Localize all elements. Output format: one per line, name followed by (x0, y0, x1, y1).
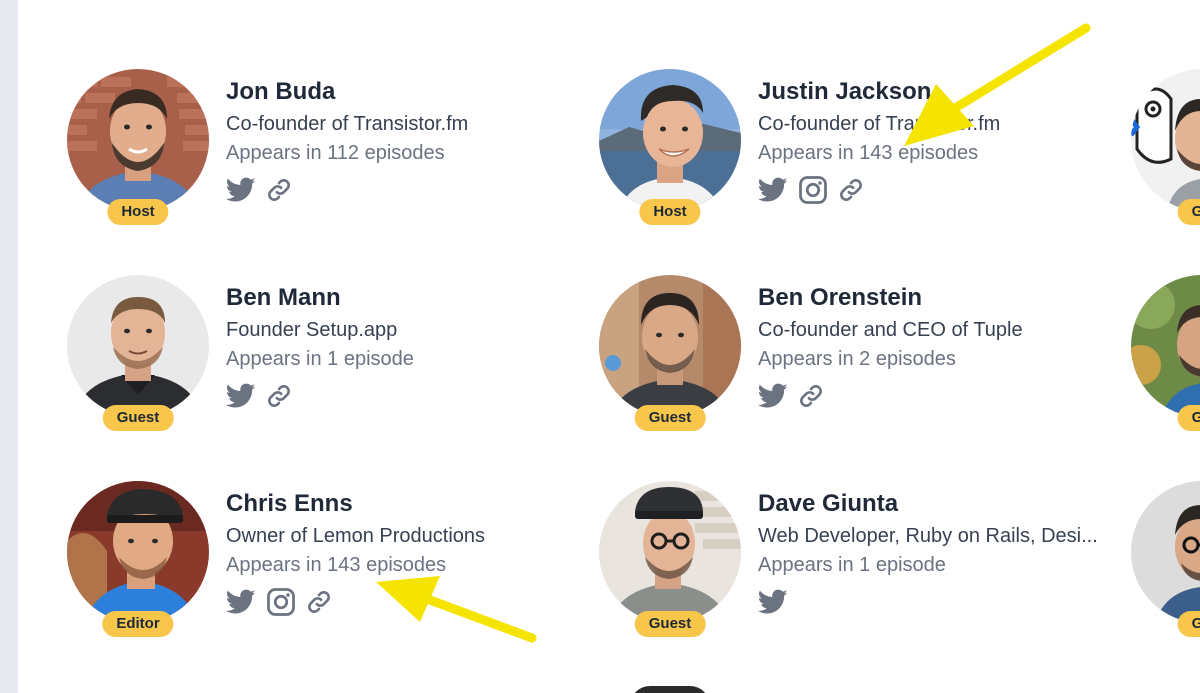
role-badge: Gu (1177, 405, 1200, 431)
person-card-partial: Gu (1131, 481, 1200, 651)
avatar[interactable] (599, 481, 741, 623)
avatar-wrap: Host (599, 69, 741, 225)
social-links (226, 586, 586, 618)
person-name[interactable]: Chris Enns (226, 489, 586, 519)
avatar-wrap: Gu (1131, 69, 1200, 225)
person-card-chris-enns: Editor Chris Enns Owner of Lemon Product… (67, 481, 587, 651)
avatar[interactable] (67, 481, 209, 623)
episode-count: Appears in 1 episode (226, 348, 414, 370)
avatar-wrap: Guest (599, 275, 741, 431)
person-role: Web Developer, Ruby on Rails, Desi... (758, 525, 1098, 547)
avatar[interactable] (1131, 69, 1200, 211)
left-edge-strip (0, 0, 18, 693)
social-links (758, 174, 1118, 206)
social-links (758, 586, 1118, 618)
avatar-peek (630, 686, 710, 693)
avatar-wrap: Editor (67, 481, 209, 637)
social-links (226, 174, 586, 206)
avatar-wrap: Guest (599, 481, 741, 637)
person-name[interactable]: Jon Buda (226, 77, 586, 107)
person-name[interactable]: Ben Orenstein (758, 283, 1118, 313)
person-info: Jon Buda Co-founder of Transistor.fm App… (226, 77, 586, 206)
social-links (758, 380, 1118, 412)
instagram-icon[interactable] (266, 587, 296, 617)
person-card-ben-mann: Guest Ben Mann Founder Setup.app Appears… (67, 275, 587, 445)
role-badge: Guest (634, 405, 706, 431)
avatar[interactable] (599, 275, 741, 417)
person-card-dave-giunta: Guest Dave Giunta Web Developer, Ruby on… (599, 481, 1119, 651)
person-card-jon-buda: Host Jon Buda Co-founder of Transistor.f… (67, 69, 587, 239)
link-icon[interactable] (306, 589, 332, 615)
person-role: Co-founder and CEO of Tuple (758, 319, 1023, 341)
episode-count: Appears in 143 episodes (758, 142, 979, 164)
link-icon[interactable] (266, 177, 292, 203)
people-page: Host Jon Buda Co-founder of Transistor.f… (0, 0, 1200, 693)
person-role: Founder Setup.app (226, 319, 398, 341)
person-info: Ben Orenstein Co-founder and CEO of Tupl… (758, 283, 1118, 412)
person-name[interactable]: Ben Mann (226, 283, 586, 313)
person-info: Chris Enns Owner of Lemon Productions Ap… (226, 489, 586, 618)
avatar[interactable] (599, 69, 741, 211)
role-badge: Host (639, 199, 701, 225)
episode-count: Appears in 1 episode (758, 554, 946, 576)
role-badge: Gu (1177, 199, 1200, 225)
avatar-wrap: Guest (67, 275, 209, 431)
person-name[interactable]: Justin Jackson (758, 77, 1118, 107)
person-name[interactable]: Dave Giunta (758, 489, 1118, 519)
person-card-ben-orenstein: Guest Ben Orenstein Co-founder and CEO o… (599, 275, 1119, 445)
person-card-justin-jackson: Host Justin Jackson Co-founder of Transi… (599, 69, 1119, 239)
link-icon[interactable] (838, 177, 864, 203)
link-icon[interactable] (266, 383, 292, 409)
person-info: Dave Giunta Web Developer, Ruby on Rails… (758, 489, 1118, 618)
twitter-icon[interactable] (226, 589, 256, 615)
twitter-icon[interactable] (758, 383, 788, 409)
twitter-icon[interactable] (226, 383, 256, 409)
twitter-icon[interactable] (758, 177, 788, 203)
social-links (226, 380, 586, 412)
role-badge: Guest (102, 405, 174, 431)
person-role: Owner of Lemon Productions (226, 525, 486, 547)
role-badge: Editor (102, 611, 174, 637)
person-card-partial: Gu (1131, 275, 1200, 445)
avatar[interactable] (1131, 481, 1200, 623)
avatar-wrap: Gu (1131, 481, 1200, 637)
episode-count: Appears in 112 episodes (226, 142, 445, 164)
person-info: Justin Jackson Co-founder of Transistor.… (758, 77, 1118, 206)
person-card-partial: Gu (1131, 69, 1200, 239)
episode-count: Appears in 2 episodes (758, 348, 956, 370)
episode-count: Appears in 143 episodes (226, 554, 447, 576)
role-badge: Gu (1177, 611, 1200, 637)
role-badge: Host (107, 199, 169, 225)
role-badge: Guest (634, 611, 706, 637)
twitter-icon[interactable] (226, 177, 256, 203)
person-info: Ben Mann Founder Setup.app Appears in 1 … (226, 283, 586, 412)
avatar-wrap: Gu (1131, 275, 1200, 431)
instagram-icon[interactable] (798, 175, 828, 205)
avatar-wrap: Host (67, 69, 209, 225)
person-role: Co-founder of Transistor.fm (226, 113, 469, 135)
person-role: Co-founder of Transistor.fm (758, 113, 1001, 135)
avatar[interactable] (67, 275, 209, 417)
avatar[interactable] (1131, 275, 1200, 417)
avatar[interactable] (67, 69, 209, 211)
link-icon[interactable] (798, 383, 824, 409)
twitter-icon[interactable] (758, 589, 788, 615)
